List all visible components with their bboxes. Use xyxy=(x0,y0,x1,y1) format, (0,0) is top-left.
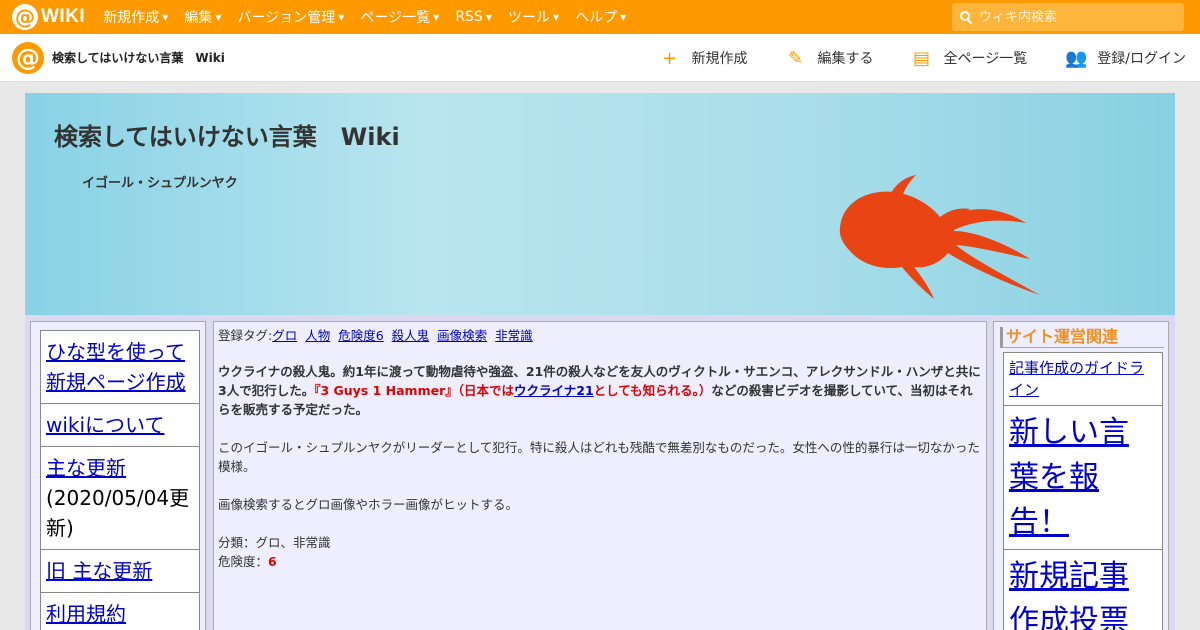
tag-link[interactable]: グロ xyxy=(272,328,297,343)
right-sidebar: サイト運営関連 記事作成のガイドライン 新しい言葉を報告！ 新規記事作成投票 xyxy=(993,321,1169,630)
top-menu: 新規作成 ▼ 編集 ▼ バージョン管理 ▼ ページ一覧 ▼ RSS ▼ ツール ▼ ヘルプ ▼ xyxy=(103,7,642,27)
caret-down-icon: ▼ xyxy=(338,12,345,22)
left-menu-item: 主な更新 (2020/05/04更新) xyxy=(40,447,200,550)
tag-link[interactable]: 画像検索 xyxy=(437,328,487,343)
page-icon: ▤ xyxy=(913,47,931,69)
tag-link[interactable]: 殺人鬼 xyxy=(392,328,430,343)
intro-paragraph: ウクライナの殺人鬼。約1年に渡って動物虐待や強盗、21件の殺人などを友人のヴィク… xyxy=(218,364,981,417)
site-bar: @ 検索してはいけない言葉 Wiki + 新規作成 ✎ 編集する ▤ 全ページ一… xyxy=(0,34,1200,82)
atwiki-logo[interactable]: @ WIKI xyxy=(12,0,85,34)
main-updates-link[interactable]: 主な更新 xyxy=(46,456,126,480)
logo-text: WIKI xyxy=(41,6,86,27)
caret-down-icon: ▼ xyxy=(433,12,440,22)
left-menu-item: ひな型を使って新規ページ作成 xyxy=(40,330,200,404)
new-article-vote-link[interactable]: 新規記事作成投票 xyxy=(1009,559,1129,630)
guideline-link[interactable]: 記事作成のガイドライン xyxy=(1009,359,1144,399)
danger-value: 6 xyxy=(268,554,277,569)
caret-down-icon: ▼ xyxy=(162,12,169,22)
menu-tools[interactable]: ツール ▼ xyxy=(508,7,559,27)
left-menu-item: 利用規約 xyxy=(40,593,200,630)
about-wiki-link[interactable]: wikiについて xyxy=(46,413,164,437)
left-menu-item: 旧 主な更新 xyxy=(40,550,200,593)
page-title[interactable]: 検索してはいけない言葉 Wiki xyxy=(54,117,400,152)
left-sidebar: ひな型を使って新規ページ作成 wikiについて 主な更新 (2020/05/04更… xyxy=(30,321,206,630)
left-menu: ひな型を使って新規ページ作成 wikiについて 主な更新 (2020/05/04更… xyxy=(40,330,200,630)
menu-help[interactable]: ヘルプ ▼ xyxy=(575,7,626,27)
site-logo-icon[interactable]: @ xyxy=(12,41,44,74)
tags-label: 登録タグ: xyxy=(218,328,273,343)
tag-link[interactable]: 危険度6 xyxy=(338,328,383,343)
article-body: 登録タグ:グロ 人物 危険度6 殺人鬼 画像検索 非常識 ウクライナの殺人鬼。約… xyxy=(213,321,987,630)
page-container: 検索してはいけない言葉 Wiki イゴール・シュプルンヤク ひな型を使って新規ペ… xyxy=(25,93,1175,630)
menu-edit[interactable]: 編集 ▼ xyxy=(184,7,221,27)
tag-list: 登録タグ:グロ 人物 危険度6 殺人鬼 画像検索 非常識 xyxy=(218,326,982,345)
tag-link[interactable]: 人物 xyxy=(305,328,330,343)
content-columns: ひな型を使って新規ページ作成 wikiについて 主な更新 (2020/05/04更… xyxy=(25,315,1175,630)
ukraine21-link[interactable]: ウクライナ21 xyxy=(514,383,594,398)
menu-pages[interactable]: ページ一覧 ▼ xyxy=(360,7,439,27)
top-navigation-bar: @ WIKI 新規作成 ▼ 編集 ▼ バージョン管理 ▼ ページ一覧 ▼ RSS ▼ ツー… xyxy=(0,0,1200,34)
terms-link[interactable]: 利用規約 xyxy=(46,602,126,626)
wiki-header: 検索してはいけない言葉 Wiki イゴール・シュプルンヤク xyxy=(25,93,1175,315)
danger-line: 危険度：6 xyxy=(218,554,277,569)
caret-down-icon: ▼ xyxy=(552,12,560,22)
report-new-word-link[interactable]: 新しい言葉を報告！ xyxy=(1009,415,1129,540)
search-input[interactable] xyxy=(979,9,1179,25)
all-pages-button[interactable]: ▤ 全ページ一覧 xyxy=(912,47,1027,69)
right-menu-item: 記事作成のガイドライン xyxy=(1003,352,1163,406)
body-paragraph: 画像検索するとグロ画像やホラー画像がヒットする。 xyxy=(218,497,519,512)
right-menu-item: 新規記事作成投票 xyxy=(1003,550,1163,630)
menu-new[interactable]: 新規作成 ▼ xyxy=(103,7,168,27)
caret-down-icon: ▼ xyxy=(215,12,222,22)
at-logo-icon: @ xyxy=(12,4,38,30)
right-sidebar-heading: サイト運営関連 xyxy=(1000,327,1164,348)
left-menu-item: wikiについて xyxy=(40,404,200,447)
menu-rss[interactable]: RSS ▼ xyxy=(455,7,492,27)
login-button[interactable]: 👥 登録/ログイン xyxy=(1065,48,1186,69)
new-page-from-template-link[interactable]: ひな型を使って新規ページ作成 xyxy=(46,340,186,394)
body-paragraph: このイゴール・シュプルンヤクがリーダーとして犯行。特に殺人はどれも残酷で無差別な… xyxy=(218,440,980,474)
page-subtitle: イゴール・シュプルンヤク xyxy=(82,176,238,191)
old-updates-link[interactable]: 旧 主な更新 xyxy=(46,559,152,583)
site-actions: + 新規作成 ✎ 編集する ▤ 全ページ一覧 👥 登録/ログイン xyxy=(622,34,1186,82)
new-page-button[interactable]: + 新規作成 xyxy=(660,48,748,69)
goldfish-icon xyxy=(839,175,1040,299)
tag-link[interactable]: 非常識 xyxy=(495,328,533,343)
caret-down-icon: ▼ xyxy=(620,12,627,22)
wiki-search xyxy=(952,3,1184,31)
search-icon[interactable] xyxy=(960,10,973,24)
caret-down-icon: ▼ xyxy=(485,12,492,22)
site-name[interactable]: 検索してはいけない言葉 Wiki xyxy=(52,49,225,66)
right-menu-item: 新しい言葉を報告！ xyxy=(1003,406,1163,550)
category-line: 分類：グロ、非常識 xyxy=(218,535,331,550)
right-menu: 記事作成のガイドライン 新しい言葉を報告！ 新規記事作成投票 xyxy=(1003,352,1163,630)
plus-icon: + xyxy=(662,47,678,69)
user-add-icon: 👥 xyxy=(1065,47,1088,69)
menu-version[interactable]: バージョン管理 ▼ xyxy=(238,7,345,27)
edit-button[interactable]: ✎ 編集する xyxy=(786,48,874,69)
pencil-icon: ✎ xyxy=(788,47,804,69)
update-date-note: (2020/05/04更新) xyxy=(46,486,190,540)
